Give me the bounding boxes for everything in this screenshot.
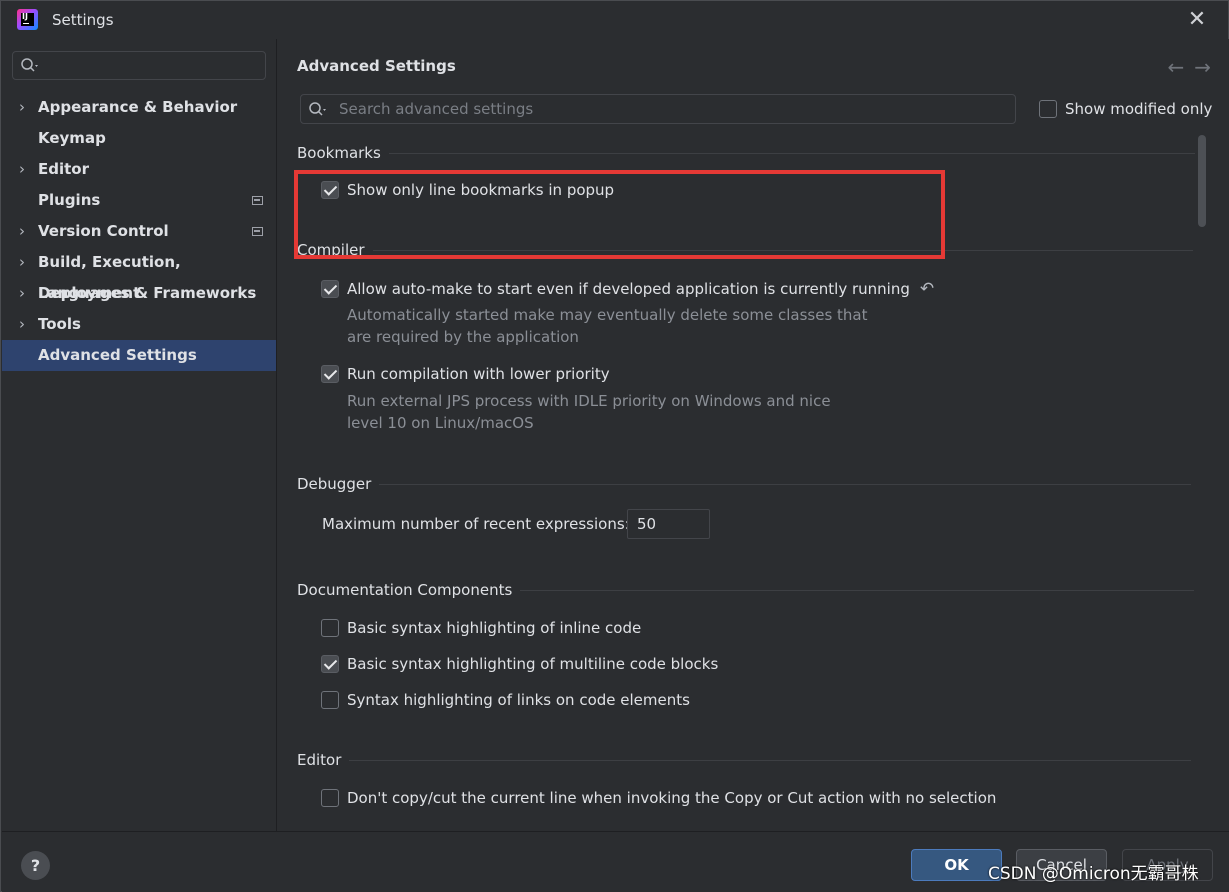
checkbox-icon[interactable]	[321, 691, 339, 709]
highlight-annotation-box	[294, 170, 945, 259]
option-copy-cut-no-selection[interactable]: Don't copy/cut the current line when inv…	[321, 789, 996, 807]
description-line: level 10 on Linux/macOS	[347, 414, 534, 432]
max-recent-expressions-input[interactable]: 50	[627, 509, 710, 539]
section-bookmarks: Bookmarks	[297, 144, 1195, 162]
description-line: Run external JPS process with IDLE prior…	[347, 392, 831, 410]
option-description: Automatically started make may eventuall…	[347, 304, 868, 348]
help-button[interactable]: ?	[21, 851, 50, 880]
sidebar-item-plugins[interactable]: Plugins	[2, 185, 276, 216]
section-title: Editor	[297, 751, 342, 769]
chevron-right-icon[interactable]: ›	[19, 309, 31, 340]
settings-sidebar: › Appearance & Behavior Keymap › Editor …	[2, 39, 276, 831]
page-title: Advanced Settings	[297, 57, 456, 75]
section-title: Debugger	[297, 475, 372, 493]
checkbox-icon[interactable]	[321, 619, 339, 637]
scrollbar-thumb[interactable]	[1198, 135, 1206, 227]
option-label: Run compilation with lower priority	[347, 365, 610, 383]
chevron-right-icon[interactable]: ›	[19, 278, 31, 309]
advanced-search-field[interactable]	[300, 94, 1016, 124]
section-documentation-components: Documentation Components	[297, 581, 1195, 599]
section-debugger: Debugger	[297, 475, 1192, 493]
chevron-right-icon[interactable]: ›	[19, 92, 31, 123]
title-bar: IJ Settings ✕	[1, 1, 1228, 39]
sidebar-item-build-execution-deployment[interactable]: › Build, Execution, Deployment	[2, 247, 276, 302]
sidebar-item-tools[interactable]: › Tools	[2, 309, 276, 340]
sidebar-search-input[interactable]	[12, 51, 266, 80]
max-recent-expressions-label: Maximum number of recent expressions:	[322, 515, 630, 533]
option-label: Syntax highlighting of links on code ele…	[347, 691, 690, 709]
option-allow-auto-make[interactable]: Allow auto-make to start even if develop…	[321, 279, 934, 299]
reset-to-default-icon[interactable]: ↶	[920, 279, 934, 299]
advanced-search-input[interactable]	[339, 95, 999, 123]
chevron-right-icon[interactable]: ›	[19, 247, 31, 278]
show-modified-only-checkbox[interactable]: Show modified only	[1039, 99, 1212, 119]
sidebar-item-editor[interactable]: › Editor	[2, 154, 276, 185]
intellij-logo-icon: IJ	[17, 9, 38, 30]
checkbox-icon[interactable]	[1039, 100, 1057, 118]
sidebar-item-appearance-behavior[interactable]: › Appearance & Behavior	[2, 92, 276, 123]
search-icon	[309, 102, 326, 116]
sidebar-item-label: Version Control	[38, 222, 169, 240]
sidebar-item-label: Plugins	[38, 191, 101, 209]
section-editor: Editor	[297, 751, 1192, 769]
project-scope-icon	[252, 196, 263, 205]
show-modified-only-label: Show modified only	[1065, 100, 1213, 118]
checkbox-icon[interactable]	[321, 655, 339, 673]
sidebar-item-label: Languages & Frameworks	[38, 284, 257, 302]
option-label: Basic syntax highlighting of multiline c…	[347, 655, 719, 673]
section-divider	[520, 589, 1195, 591]
sidebar-item-advanced-settings[interactable]: Advanced Settings	[2, 340, 276, 371]
window-title: Settings	[52, 11, 114, 29]
chevron-right-icon[interactable]: ›	[19, 154, 31, 185]
section-divider	[379, 483, 1192, 485]
option-lower-priority-compilation[interactable]: Run compilation with lower priority	[321, 365, 610, 383]
watermark-text: CSDN @Omicron无霸哥株	[988, 864, 1199, 884]
section-divider	[349, 759, 1192, 761]
section-divider	[388, 152, 1195, 154]
sidebar-item-label: Keymap	[38, 129, 106, 147]
option-inline-code-highlighting[interactable]: Basic syntax highlighting of inline code	[321, 619, 641, 637]
main-panel: Advanced Settings ←→ Show modified only …	[277, 39, 1229, 831]
search-icon	[21, 58, 38, 72]
sidebar-item-keymap[interactable]: Keymap	[2, 123, 276, 154]
option-description: Run external JPS process with IDLE prior…	[347, 390, 831, 434]
checkbox-icon[interactable]	[321, 789, 339, 807]
close-icon[interactable]: ✕	[1186, 9, 1208, 31]
description-line: are required by the application	[347, 328, 579, 346]
settings-tree: › Appearance & Behavior Keymap › Editor …	[2, 92, 276, 371]
section-title: Bookmarks	[297, 144, 381, 162]
chevron-right-icon[interactable]: ›	[19, 216, 31, 247]
description-line: Automatically started make may eventuall…	[347, 306, 868, 324]
checkbox-icon[interactable]	[321, 280, 339, 298]
forward-arrow-icon[interactable]: →	[1194, 55, 1221, 79]
sidebar-item-version-control[interactable]: › Version Control	[2, 216, 276, 247]
option-multiline-code-highlighting[interactable]: Basic syntax highlighting of multiline c…	[321, 655, 718, 673]
option-label: Allow auto-make to start even if develop…	[347, 280, 910, 298]
sidebar-item-label: Editor	[38, 160, 89, 178]
sidebar-item-label: Appearance & Behavior	[38, 98, 238, 116]
checkbox-icon[interactable]	[321, 365, 339, 383]
option-label: Basic syntax highlighting of inline code	[347, 619, 642, 637]
history-navigation: ←→	[1167, 55, 1221, 79]
sidebar-item-label: Tools	[38, 315, 81, 333]
option-label: Don't copy/cut the current line when inv…	[347, 789, 997, 807]
settings-window: IJ Settings ✕ › Appearance & Behavior Ke…	[0, 0, 1229, 892]
option-links-highlighting[interactable]: Syntax highlighting of links on code ele…	[321, 691, 690, 709]
sidebar-item-languages-frameworks[interactable]: › Languages & Frameworks	[2, 278, 276, 309]
sidebar-item-label: Advanced Settings	[38, 346, 197, 364]
section-title: Documentation Components	[297, 581, 513, 599]
back-arrow-icon[interactable]: ←	[1167, 55, 1194, 79]
project-scope-icon	[252, 227, 263, 236]
